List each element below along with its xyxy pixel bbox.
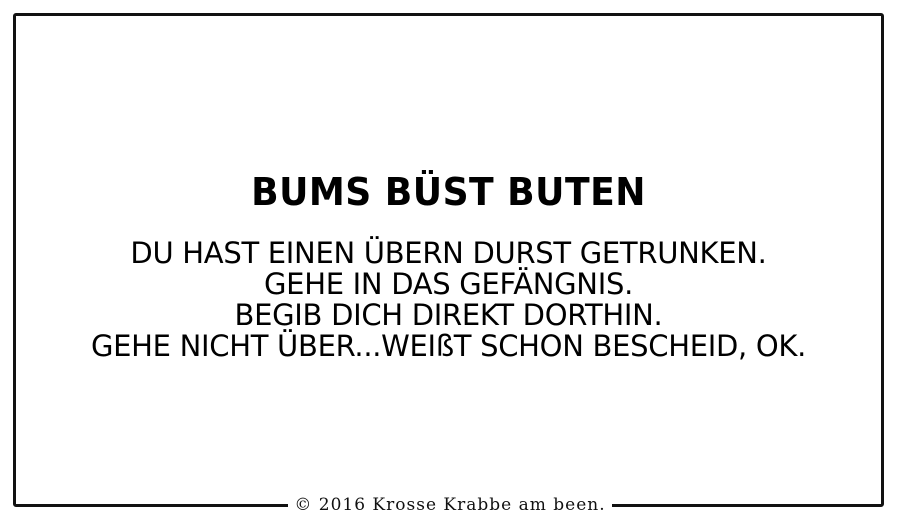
card-title: BUMS BÜST BUTEN bbox=[251, 170, 646, 214]
card-content: BUMS BÜST BUTEN DU HAST EINEN ÜBERN DURS… bbox=[16, 168, 881, 362]
card-body-line: BEGIB DICH DIREKT DORTHIN. bbox=[234, 298, 663, 332]
card-body-line: GEHE IN DAS GEFÄNGNIS. bbox=[264, 267, 633, 301]
card-body: DU HAST EINEN ÜBERN DURST GETRUNKEN. GEH… bbox=[16, 238, 881, 362]
copyright-text: © 2016 Krosse Krabbe am been. bbox=[288, 494, 612, 516]
footer: © 2016 Krosse Krabbe am been. bbox=[0, 494, 900, 516]
card-body-line: DU HAST EINEN ÜBERN DURST GETRUNKEN. bbox=[130, 236, 767, 270]
card-body-line: GEHE NICHT ÜBER...WEIßT SCHON BESCHEID, … bbox=[90, 329, 807, 363]
card-frame: BUMS BÜST BUTEN DU HAST EINEN ÜBERN DURS… bbox=[13, 13, 884, 507]
